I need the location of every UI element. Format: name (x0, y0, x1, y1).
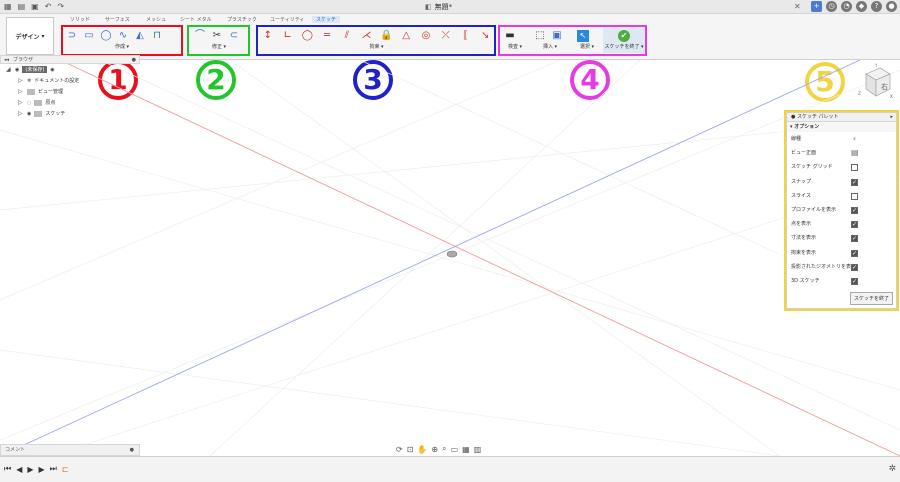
folder-icon (34, 110, 43, 117)
pin-icon[interactable]: ● (132, 56, 136, 63)
new-tab-icon[interactable]: + (811, 1, 822, 12)
browser-item-label: スケッチ (45, 111, 66, 117)
browser-item-label: ビュー管理 (38, 89, 64, 95)
tab-sketch[interactable]: スケッチ (312, 16, 341, 23)
browser-panel: ◂◂ ブラウザ ● ◢ ◉ (未保存) ◉ ▷ ✲ ドキュメントの設定 ▷ ビュ… (0, 55, 140, 125)
extensions-icon[interactable]: ◷ (826, 1, 837, 12)
viewcube[interactable]: 右 Y Z X (858, 62, 894, 100)
browser-item-label: (未保存) (22, 66, 48, 73)
job-status-icon[interactable]: ◔ (841, 1, 852, 12)
tab-sheet-metal[interactable]: シート メタル (180, 16, 212, 23)
title-bar-actions: + ◷ ◔ ◆ ? ● (811, 1, 897, 12)
tab-mesh[interactable]: メッシュ (146, 16, 166, 23)
viewcube-face-label: 右 (881, 82, 888, 91)
expand-arrow-icon[interactable]: ▷ (18, 88, 24, 95)
expand-arrow-icon[interactable]: ▷ (18, 110, 24, 117)
highlight-box-inspect-insert-select (498, 25, 647, 56)
chevron-down-icon: ▾ (41, 32, 45, 40)
undo-icon[interactable]: ↶ (45, 2, 52, 11)
skip-end-icon[interactable]: ⏭ (50, 464, 57, 474)
x-axis-line (59, 60, 900, 456)
browser-title: ブラウザ (13, 57, 34, 63)
eye-icon[interactable]: ◉ (15, 67, 19, 73)
highlight-box-constraints (256, 25, 496, 56)
close-tab-icon[interactable]: ✕ (794, 2, 801, 11)
notification-icon[interactable]: ◆ (856, 1, 867, 12)
tab-utilities[interactable]: ユーティリティ (270, 16, 304, 23)
browser-item-named-views[interactable]: ▷ ビュー管理 (0, 86, 140, 97)
tab-solid[interactable]: ソリッド (70, 16, 90, 23)
browser-item-doc-settings[interactable]: ▷ ✲ ドキュメントの設定 (0, 75, 140, 86)
origin-point[interactable] (446, 250, 458, 258)
display-settings-icon[interactable]: ▭ (451, 445, 459, 454)
browser-item-origin[interactable]: ▷ ◌ 原点 (0, 97, 140, 108)
workspace-switcher[interactable]: デザイン ▾ (6, 17, 54, 55)
save-icon[interactable]: ▣ (31, 2, 39, 11)
browser-header: ◂◂ ブラウザ ● (0, 55, 140, 64)
camera-icon[interactable]: ⊡ (407, 445, 414, 454)
highlight-box-create (61, 25, 183, 56)
folder-icon (34, 99, 43, 106)
browser-item-sketches[interactable]: ▷ ◉ スケッチ (0, 108, 140, 119)
tab-plastic[interactable]: プラスチック (227, 16, 257, 23)
browser-item-label: ドキュメントの設定 (34, 78, 80, 84)
play-icon[interactable]: ▶ (27, 465, 33, 474)
gear-icon: ✲ (27, 77, 32, 84)
highlight-box-palette (784, 110, 899, 311)
expand-arrow-icon[interactable]: ▷ (18, 77, 24, 84)
pan-hand-icon[interactable]: ✋ (417, 445, 427, 454)
zoom-icon[interactable]: ⊕ (431, 445, 438, 454)
eye-icon[interactable]: ◉ (27, 111, 31, 117)
axis-y-label: Y (874, 63, 878, 68)
highlight-box-modify (187, 25, 250, 56)
orbit-icon[interactable]: ⟳ (396, 445, 403, 454)
comment-add-icon[interactable]: ● (130, 445, 134, 456)
quick-access-toolbar: ▦ ▤ ▣ ↶ ↷ (4, 2, 64, 11)
avatar[interactable]: ● (886, 1, 897, 12)
tab-surface[interactable]: サーフェス (105, 16, 130, 23)
timeline-marker-icon[interactable]: ⊏ (62, 465, 69, 474)
zoom-window-icon[interactable]: ⌕ (442, 444, 446, 454)
title-bar: ▦ ▤ ▣ ↶ ↷ ◧ 無題* ✕ + ◷ ◔ ◆ ? ● (0, 0, 900, 14)
radio-icon[interactable]: ◉ (50, 67, 54, 73)
folder-icon (27, 88, 35, 95)
expand-triangle-icon[interactable]: ◢ (6, 66, 12, 73)
eye-off-icon[interactable]: ◌ (27, 100, 31, 106)
document-title: ◧ 無題* (425, 2, 452, 12)
viewports-icon[interactable]: ▥ (474, 445, 482, 454)
step-forward-icon[interactable]: ▶ (39, 465, 45, 474)
skip-start-icon[interactable]: ⏮ (4, 464, 11, 474)
comment-label: コメント (5, 447, 26, 453)
expand-arrow-icon[interactable]: ▷ (18, 99, 24, 106)
comment-bar[interactable]: コメント ● (0, 444, 140, 456)
timeline-controls: ⏮ ◀ ▶ ▶ ⏭ ⊏ (4, 464, 69, 474)
collapse-icon[interactable]: ◂◂ (4, 56, 9, 63)
grid-settings-icon[interactable]: ▦ (462, 445, 470, 454)
browser-item-label: 原点 (45, 100, 56, 106)
browser-item-root[interactable]: ◢ ◉ (未保存) ◉ (0, 64, 140, 75)
timeline-bar: ⏮ ◀ ▶ ▶ ⏭ ⊏ ✲ (0, 456, 900, 482)
gear-icon[interactable]: ✲ (888, 464, 896, 474)
help-icon[interactable]: ? (871, 1, 882, 12)
workspace-label: デザイン (15, 33, 40, 41)
step-back-icon[interactable]: ◀ (16, 465, 22, 474)
cube-icon: ◧ (425, 3, 432, 11)
axis-x-label: X (890, 94, 893, 99)
file-icon[interactable]: ▤ (18, 2, 26, 11)
redo-icon[interactable]: ↷ (57, 2, 64, 11)
axis-z-label: Z (858, 91, 861, 96)
grid-menu-icon[interactable]: ▦ (4, 2, 12, 11)
document-title-text: 無題* (434, 3, 453, 11)
navigation-bar: ⟳ ⊡ ✋ ⊕ ⌕ ▭ ▦ ▥ (396, 442, 481, 456)
